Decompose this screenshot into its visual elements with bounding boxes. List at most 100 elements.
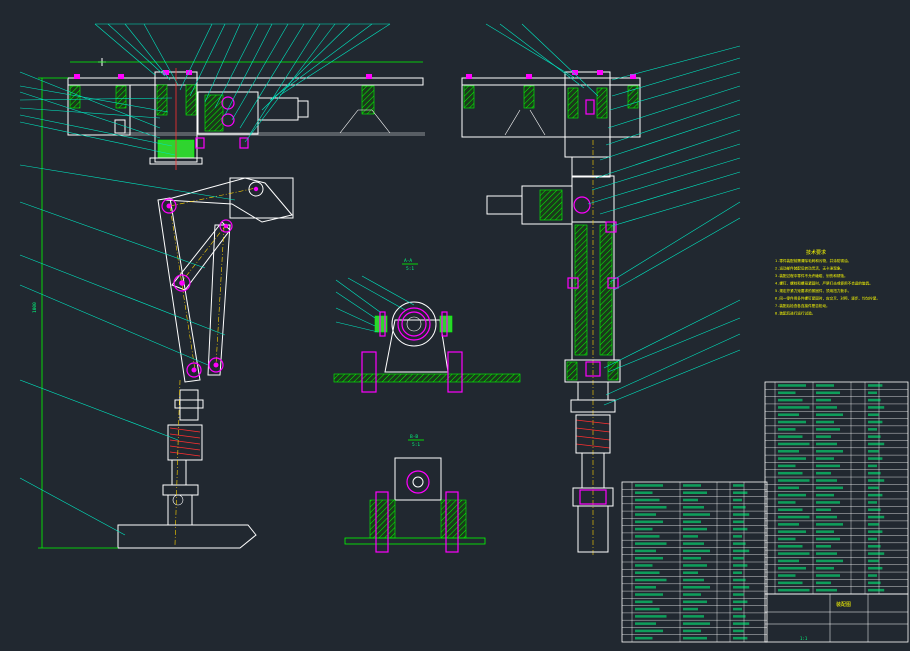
table-cell-text [635,586,656,589]
table-cell-text [635,636,653,640]
table-cell-text [778,428,796,431]
table-cell-text [778,530,806,533]
table-cell-text [816,406,837,409]
table-cell-text [868,479,885,482]
table-cell-text [635,535,660,538]
table-cell-text [778,537,796,541]
table-cell-text [816,552,837,555]
table-cell-text [733,571,742,574]
section-a-title: A-A [404,258,412,264]
table-cell-text [733,542,746,545]
tech-req-line: 4.螺钉、螺栓和螺母紧固时，严禁打击或使用不合适的旋具。 [775,281,873,286]
tech-req-line: 1.零件装配前需清除毛刺和污物，并涂防锈油。 [775,258,851,263]
table-cell-text [635,520,663,524]
technical-requirements: 技术要求 1.零件装配前需清除毛刺和污物，并涂防锈油。 2.运动部件装配后转动灵活… [775,249,880,316]
table-cell-text [635,542,667,545]
table-cell-text [868,574,877,577]
table-cell-text [816,442,837,446]
table-cell-text [683,615,704,618]
section-a-scale: 5:1 [406,266,414,272]
table-cell-text [778,545,803,548]
table-cell-text [733,615,746,618]
table-cell-text [816,581,831,585]
table-cell-text [816,413,843,416]
table-cell-text [733,498,742,502]
assembly-drawing: 1000 A-A 5:1 B-B 5:1 技术要求 1.零件装配前需清除毛刺和污… [19,23,909,643]
table-cell-text [868,413,879,416]
tech-req-line: 6.同一零件用多件螺钉紧固时，应交叉、对称、逐步、均匀拧紧。 [775,296,880,301]
table-cell-text [816,545,831,548]
right-side-view [461,23,741,555]
table-cell-text [683,491,707,494]
table-cell-text [816,566,834,570]
section-b-title: B-B [410,434,418,440]
table-cell-text [635,491,653,494]
table-cell-text [868,398,881,402]
table-cell-text [816,464,840,468]
table-cell-text [816,398,831,402]
table-cell-text [733,513,750,516]
table-cell-text [778,435,803,438]
table-cell-text [816,428,840,431]
table-cell-text [868,457,883,460]
table-cell-text [868,420,883,424]
table-cell-text [635,506,667,509]
table-cell-text [733,556,744,560]
table-cell-text [868,435,881,438]
table-cell-text [733,629,744,633]
table-cell-text [778,406,810,409]
table-cell-text [816,435,831,438]
table-cell-text [778,464,796,468]
table-cell-text [868,523,879,526]
table-cell-text [816,501,840,504]
table-cell-text [635,615,667,618]
cad-drawing-canvas: 1000 A-A 5:1 B-B 5:1 技术要求 1.零件装配前需清除毛刺和污… [0,0,910,647]
table-cell-text [635,484,663,487]
table-cell-text [733,549,750,553]
table-cell-text [868,559,879,563]
table-cell-text [778,384,806,387]
table-cell-text [868,449,879,453]
table-cell-text [868,391,877,395]
table-cell-text [635,578,667,582]
table-cell-text [733,484,744,487]
table-cell-text [778,449,799,453]
table-cell-text [683,593,701,596]
table-cell-text [868,471,881,475]
table-cell-text [635,622,656,625]
left-front-view: 1000 [32,58,425,549]
table-cell-text [778,574,796,577]
table-cell-text [868,428,877,431]
table-cell-text [778,442,810,446]
table-cell-text [635,556,663,560]
table-cell-text [683,556,701,560]
table-cell-text [733,564,748,567]
table-cell-text [868,442,885,446]
table-cell-text [868,581,881,585]
table-cell-text [683,498,698,502]
table-cell-text [683,600,707,604]
tech-req-line: 7.装配后检查各连接件是否松动。 [775,303,830,308]
table-cell-text [868,508,881,512]
table-cell-text [868,493,883,497]
tech-req-line: 5.规定拧紧力矩要求的紧固件，须用扭力扳手。 [775,288,851,293]
table-cell-text [868,566,883,570]
table-cell-text [816,588,837,592]
table-cell-text [683,636,707,640]
table-cell-text [733,578,746,582]
table-cell-text [778,588,810,592]
table-cell-text [683,520,701,524]
table-cell-text [778,581,803,585]
table-cell-text [635,593,663,596]
table-cell-text [683,564,707,567]
table-cell-text [683,513,710,516]
parts-list-right [764,381,909,595]
table-cell-text [778,457,806,460]
table-cell-text [868,501,877,504]
table-cell-text [683,484,701,487]
table-cell-text [778,566,806,570]
table-cell-text [816,449,843,453]
table-cell-text [683,542,704,545]
table-cell-text [816,493,834,497]
table-cell-text [816,559,843,563]
